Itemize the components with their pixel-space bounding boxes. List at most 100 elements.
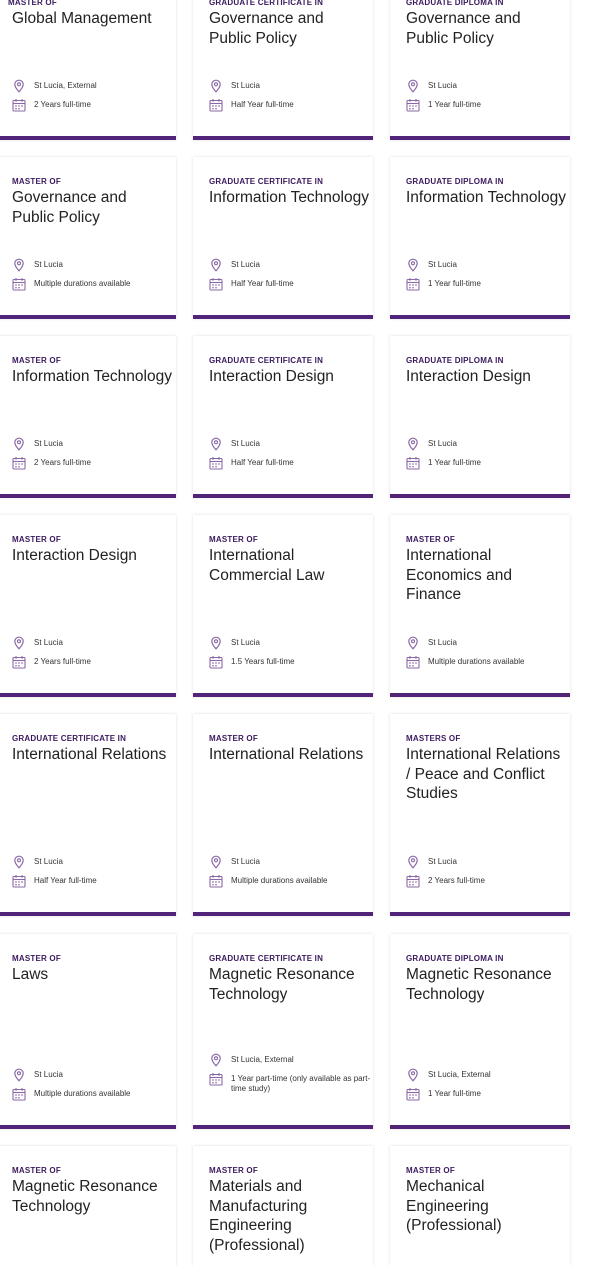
program-card[interactable]: Master of Global Management St Lucia, Ex… xyxy=(0,0,176,140)
program-location: St Lucia, External xyxy=(428,1070,491,1079)
program-type: Graduate Diploma in xyxy=(406,177,504,186)
program-duration: Multiple durations available xyxy=(231,876,328,885)
program-title: Magnetic Resonance Technology xyxy=(209,966,355,1003)
program-card[interactable]: Graduate Certificate in International Re… xyxy=(0,714,176,916)
calendar-icon xyxy=(406,456,420,470)
calendar-icon xyxy=(12,456,26,470)
calendar-icon xyxy=(209,277,223,291)
program-card[interactable]: Master of Magnetic Resonance Technology xyxy=(0,1146,176,1266)
program-title: Governance and Public Policy xyxy=(209,10,324,47)
program-location: St Lucia xyxy=(34,857,63,866)
program-type: Graduate Diploma in xyxy=(406,356,504,365)
calendar-icon xyxy=(209,874,223,888)
program-duration: 2 Years full-time xyxy=(34,100,91,109)
program-title: Information Technology xyxy=(12,368,172,385)
map-pin-icon xyxy=(12,79,26,93)
map-pin-icon xyxy=(406,1068,420,1082)
program-card[interactable]: Master of Mechanical Engineering (Profes… xyxy=(390,1146,570,1266)
program-card[interactable]: Graduate Diploma in Information Technolo… xyxy=(390,157,570,319)
program-duration: Multiple durations available xyxy=(34,279,131,288)
map-pin-icon xyxy=(12,1068,26,1082)
program-type: Graduate Diploma in xyxy=(406,0,504,7)
program-type: Master of xyxy=(406,535,455,544)
program-type: Graduate Certificate in xyxy=(12,734,127,743)
program-duration: Multiple durations available xyxy=(34,1089,131,1098)
program-type: Master of xyxy=(406,1166,455,1175)
program-duration: Half Year full-time xyxy=(231,100,294,109)
program-title: International Economics and Finance xyxy=(406,547,512,603)
program-duration: Multiple durations available xyxy=(428,657,525,666)
program-duration: 1 Year full-time xyxy=(428,279,481,288)
program-title: Magnetic Resonance Technology xyxy=(12,1178,158,1215)
program-card[interactable]: Master of Governance and Public Policy S… xyxy=(0,157,176,319)
program-duration: 2 Years full-time xyxy=(34,657,91,666)
calendar-icon xyxy=(406,655,420,669)
program-type: Master of xyxy=(12,1166,61,1175)
program-card[interactable]: Master of Materials and Manufacturing En… xyxy=(193,1146,373,1266)
program-title: International Commercial Law xyxy=(209,547,325,584)
program-title: Mechanical Engineering (Professional) xyxy=(406,1178,502,1234)
program-title: International Relations xyxy=(12,746,167,763)
program-card[interactable]: Master of International Economics and Fi… xyxy=(390,515,570,697)
map-pin-icon xyxy=(12,855,26,869)
program-card[interactable]: Graduate Certificate in Interaction Desi… xyxy=(193,336,373,498)
program-type: Master of xyxy=(8,0,57,7)
program-location: St Lucia, External xyxy=(231,1055,294,1064)
program-title: Laws xyxy=(12,966,49,983)
program-type: Masters of xyxy=(406,734,461,743)
map-pin-icon xyxy=(406,855,420,869)
program-card[interactable]: Graduate Certificate in Governance and P… xyxy=(193,0,373,140)
calendar-icon xyxy=(406,277,420,291)
program-location: St Lucia, External xyxy=(34,81,97,90)
program-duration: Half Year full-time xyxy=(231,279,294,288)
program-type: Master of xyxy=(12,954,61,963)
program-type: Master of xyxy=(12,177,61,186)
program-location: St Lucia xyxy=(231,81,260,90)
program-location: St Lucia xyxy=(428,260,457,269)
program-location: St Lucia xyxy=(428,81,457,90)
program-location: St Lucia xyxy=(428,638,457,647)
calendar-icon xyxy=(12,874,26,888)
program-title: Interaction Design xyxy=(406,368,531,385)
program-location: St Lucia xyxy=(428,857,457,866)
program-type: Graduate Certificate in xyxy=(209,356,324,365)
program-card[interactable]: Master of International Commercial Law S… xyxy=(193,515,373,697)
calendar-icon xyxy=(209,98,223,112)
program-title: International Relations / Peace and Conf… xyxy=(406,746,561,802)
program-duration: Half Year full-time xyxy=(34,876,97,885)
program-duration: 1 Year full-time xyxy=(428,1089,481,1098)
program-card[interactable]: Masters of International Relations / Pea… xyxy=(390,714,570,916)
program-type: Graduate Diploma in xyxy=(406,954,504,963)
program-card[interactable]: Master of International Relations St Luc… xyxy=(193,714,373,916)
program-card[interactable]: Graduate Certificate in Information Tech… xyxy=(193,157,373,319)
program-title: Interaction Design xyxy=(209,368,334,385)
program-duration: 2 Years full-time xyxy=(428,876,485,885)
program-title: Interaction Design xyxy=(12,547,137,564)
program-title: Global Management xyxy=(12,10,152,27)
program-type: Graduate Certificate in xyxy=(209,954,324,963)
map-pin-icon xyxy=(406,437,420,451)
program-title: Governance and Public Policy xyxy=(12,189,127,226)
program-title: Magnetic Resonance Technology xyxy=(406,966,552,1003)
program-title: Governance and Public Policy xyxy=(406,10,521,47)
map-pin-icon xyxy=(209,855,223,869)
program-card[interactable]: Graduate Certificate in Magnetic Resonan… xyxy=(193,934,373,1129)
program-duration: Half Year full-time xyxy=(231,458,294,467)
program-card[interactable]: Graduate Diploma in Interaction Design S… xyxy=(390,336,570,498)
program-card[interactable]: Master of Interaction Design St Lucia 2 … xyxy=(0,515,176,697)
program-card[interactable]: Graduate Diploma in Governance and Publi… xyxy=(390,0,570,140)
calendar-icon xyxy=(209,655,223,669)
program-duration: 1 Year full-time xyxy=(428,458,481,467)
program-type: Master of xyxy=(209,734,258,743)
program-location: St Lucia xyxy=(428,439,457,448)
program-card[interactable]: Graduate Diploma in Magnetic Resonance T… xyxy=(390,934,570,1129)
program-type: Master of xyxy=(209,1166,258,1175)
program-duration: 2 Years full-time xyxy=(34,458,91,467)
program-card[interactable]: Master of Information Technology St Luci… xyxy=(0,336,176,498)
map-pin-icon xyxy=(209,636,223,650)
map-pin-icon xyxy=(12,636,26,650)
program-card[interactable]: Master of Laws St Lucia Multiple duratio… xyxy=(0,934,176,1129)
program-title: Information Technology xyxy=(406,189,566,206)
program-type: Master of xyxy=(12,356,61,365)
map-pin-icon xyxy=(406,258,420,272)
